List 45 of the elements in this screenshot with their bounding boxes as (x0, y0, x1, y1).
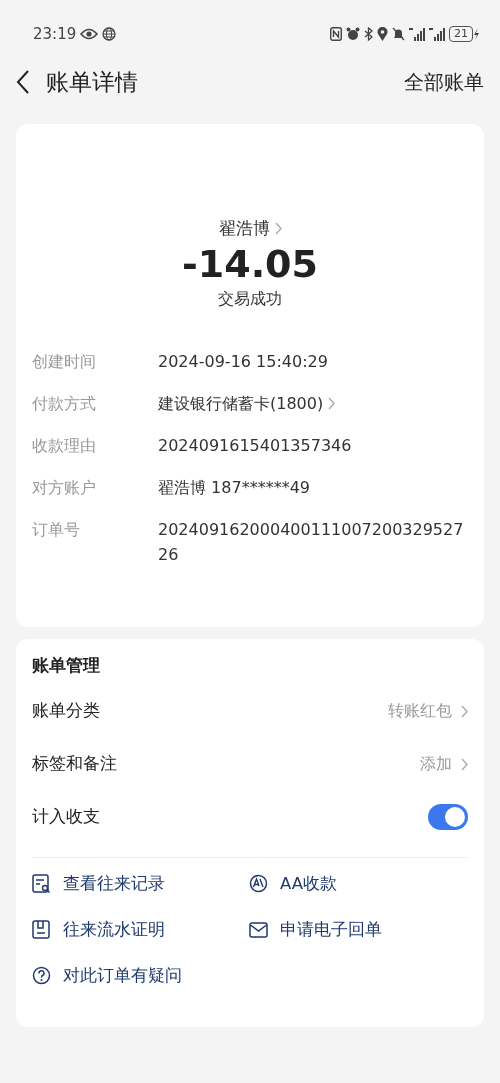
detail-value: 20240916200040011100720032952726 (158, 519, 465, 567)
aa-circle-icon (249, 873, 268, 893)
action-link[interactable]: 申请电子回单 (249, 917, 382, 941)
detail-label: 收款理由 (32, 436, 96, 456)
envelope-icon (249, 919, 268, 939)
clock-time: 23:19 (33, 23, 77, 45)
detail-value: 翟浩博 187******49 (158, 477, 311, 500)
detail-value: 2024091615401357346 (158, 435, 353, 458)
section-title: 账单管理 (32, 654, 101, 677)
battery-level: 21 (449, 26, 473, 42)
chevron-icon (460, 704, 468, 718)
chevron-icon (327, 397, 336, 411)
bluetooth-icon (364, 27, 373, 41)
question-icon (32, 965, 51, 985)
location-icon (377, 27, 388, 41)
action-link[interactable]: 对此订单有疑问 (32, 963, 182, 987)
page-title: 账单详情 (46, 67, 138, 97)
setting-label: 标签和备注 (32, 752, 117, 776)
detail-label: 付款方式 (32, 394, 96, 414)
signal-icon (409, 27, 425, 41)
action-link[interactable]: 往来流水证明 (32, 917, 165, 941)
all-bills-link[interactable]: 全部账单 (404, 67, 484, 97)
document-search-icon (32, 873, 51, 893)
chevron-icon (460, 757, 468, 771)
detail-link[interactable]: 建设银行储蓄卡(1800) (158, 391, 336, 417)
detail-label: 订单号 (32, 520, 80, 540)
toggle-switch[interactable] (428, 804, 468, 830)
nfc-icon (330, 27, 342, 41)
detail-value: 2024-09-16 15:40:29 (158, 351, 329, 374)
charging-icon (473, 28, 480, 40)
document-icon (32, 919, 51, 939)
action-link[interactable]: AA收款 (249, 871, 338, 895)
action-link[interactable]: 查看往来记录 (32, 871, 165, 895)
detail-label: 创建时间 (32, 352, 96, 372)
globe-icon (102, 27, 117, 41)
setting-label: 计入收支 (32, 805, 100, 829)
amount: -14.05 (182, 241, 318, 286)
payee-link[interactable]: 翟浩博 (218, 216, 282, 242)
back-icon[interactable] (16, 70, 30, 94)
eye-icon (80, 28, 99, 40)
transaction-status: 交易成功 (218, 289, 282, 309)
signal-icon (429, 27, 445, 41)
detail-label: 对方账户 (32, 478, 96, 498)
chevron-icon (273, 222, 282, 236)
setting-label: 账单分类 (32, 699, 100, 723)
